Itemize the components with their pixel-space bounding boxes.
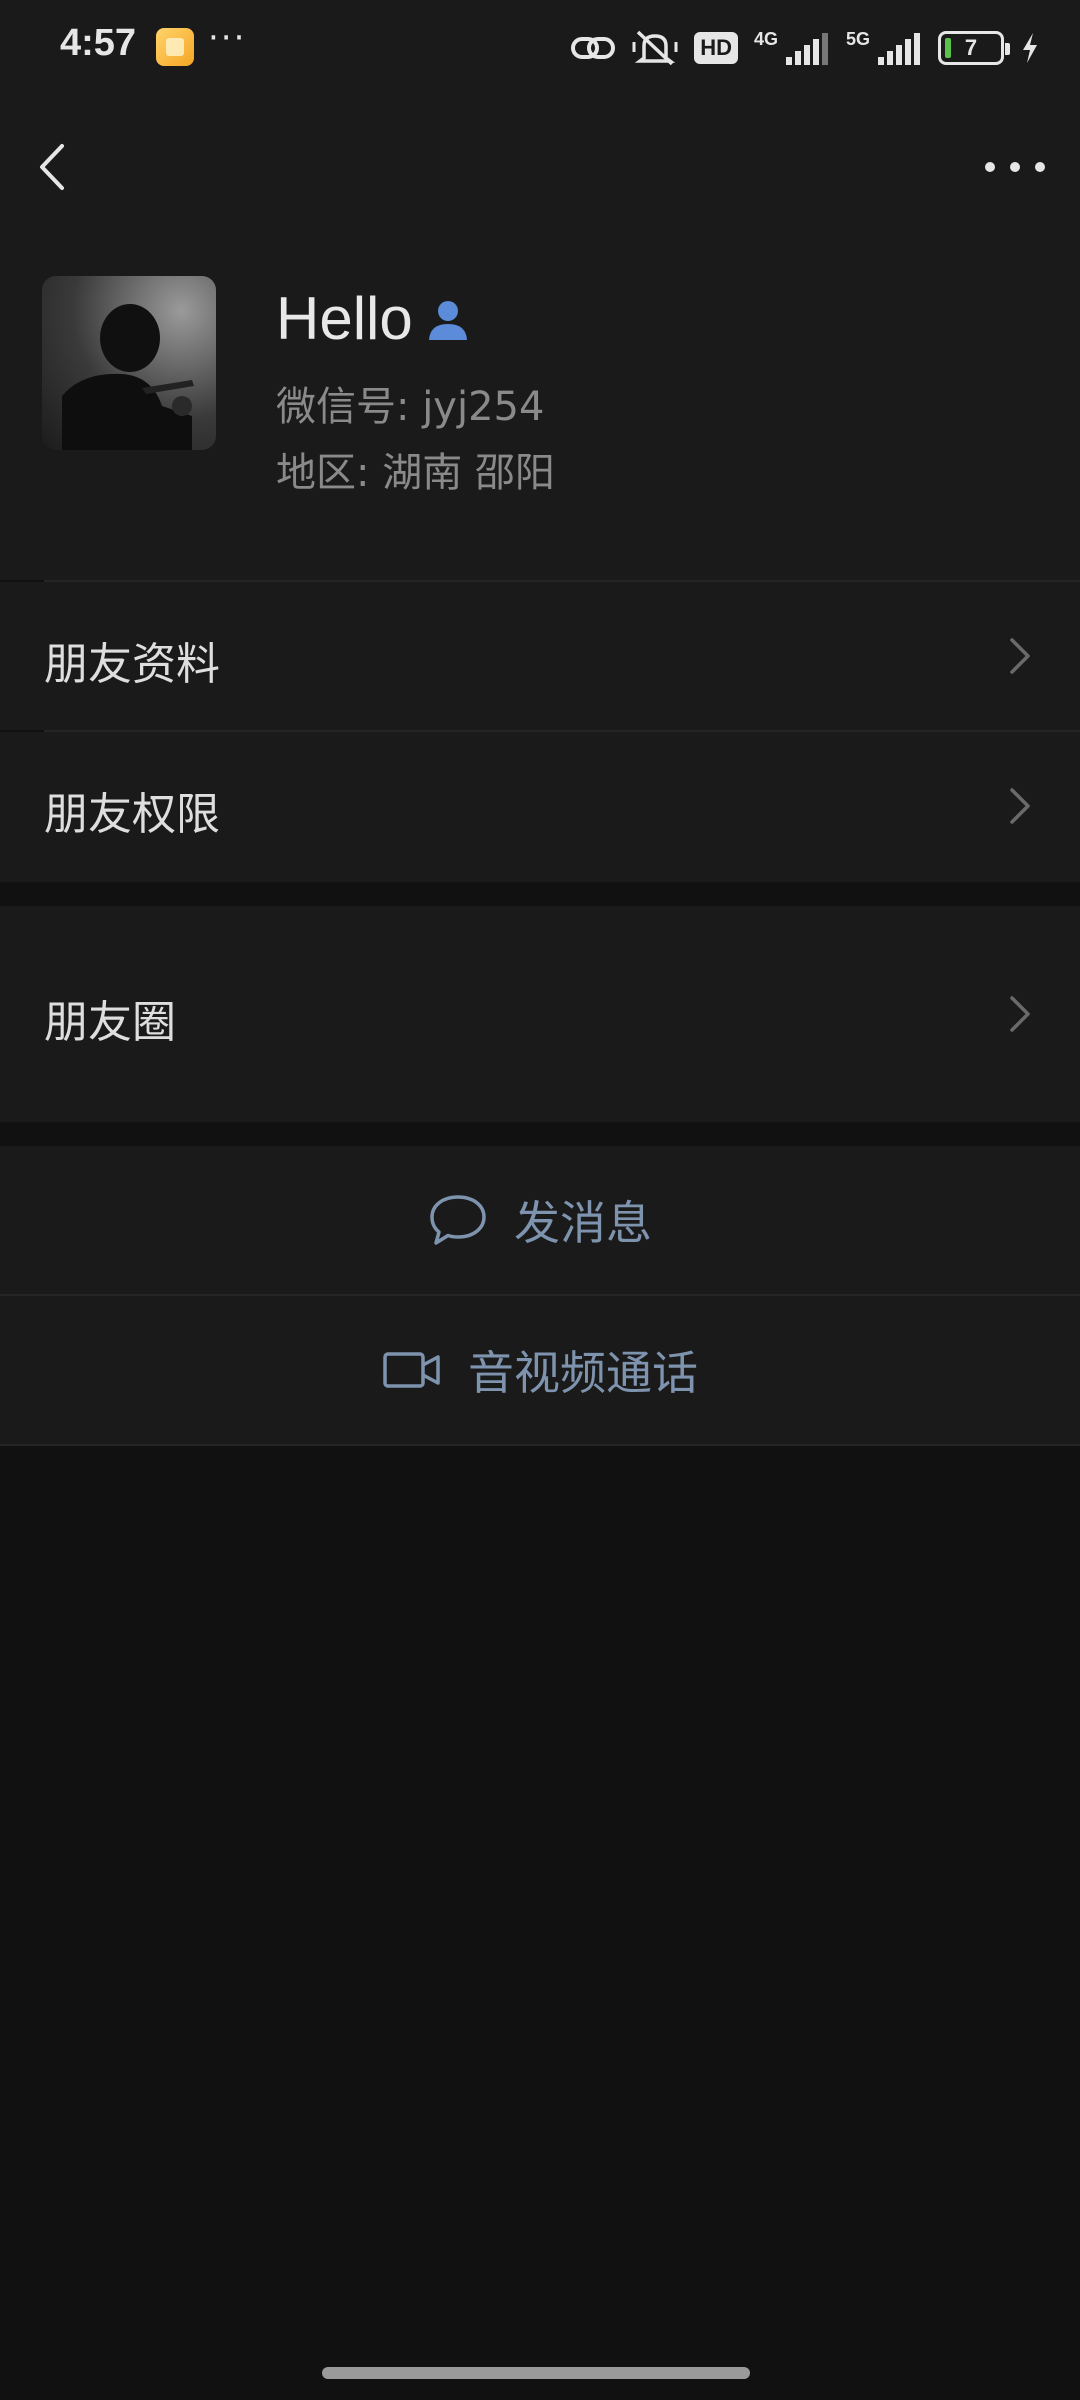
network-4g-label: 4G — [753, 28, 778, 49]
send-message-label: 发消息 — [514, 1196, 652, 1250]
hd-badge: HD — [694, 32, 738, 64]
status-bar: 4:57 ··· HD 4G 5G 7 — [0, 0, 1080, 96]
moments-row[interactable]: 朋友圈 — [0, 906, 1080, 1122]
status-icons: HD 4G 5G 7 — [570, 22, 1040, 74]
friend-info-row[interactable]: 朋友资料 — [0, 582, 1080, 730]
chevron-right-icon — [1010, 788, 1030, 824]
avatar-photo — [62, 304, 194, 450]
send-message-button[interactable]: 发消息 — [0, 1146, 1080, 1294]
chevron-right-icon — [1010, 638, 1030, 674]
friend-permissions-label: 朋友权限 — [44, 789, 220, 840]
contact-person-icon — [426, 298, 470, 342]
av-call-label: 音视频通话 — [468, 1346, 698, 1400]
profile-header: Hello 微信号: jyj254 地区: 湖南 邵阳 — [0, 240, 1080, 580]
video-camera-icon — [383, 1352, 440, 1388]
profile-name: Hello — [276, 285, 413, 352]
status-time: 4:57 — [60, 22, 137, 64]
battery-level: 7 — [964, 35, 978, 60]
back-button[interactable] — [30, 132, 100, 202]
app-notification-icon — [156, 28, 194, 66]
home-indicator[interactable] — [322, 2367, 750, 2379]
signal-icon — [876, 31, 922, 65]
nav-bar — [0, 96, 1080, 240]
av-call-button[interactable]: 音视频通话 — [0, 1296, 1080, 1444]
more-dots-icon — [985, 162, 1045, 172]
chat-bubble-icon — [430, 1195, 486, 1245]
more-options-button[interactable] — [980, 132, 1050, 202]
region: 地区: 湖南 邵阳 — [276, 450, 555, 496]
charging-icon — [1020, 31, 1040, 65]
mute-icon — [632, 28, 678, 68]
friend-info-label: 朋友资料 — [44, 639, 220, 690]
moments-label: 朋友圈 — [44, 997, 176, 1048]
divider — [0, 1444, 1080, 1446]
friend-permissions-row[interactable]: 朋友权限 — [0, 732, 1080, 882]
more-dots-icon: ··· — [208, 18, 247, 58]
wechat-id: 微信号: jyj254 — [276, 384, 545, 430]
battery-icon: 7 — [938, 31, 1010, 65]
network-5g-label: 5G — [845, 28, 870, 49]
back-arrow-icon — [40, 144, 64, 190]
link-icon — [570, 31, 616, 65]
signal-icon — [784, 31, 830, 65]
chevron-right-icon — [1010, 996, 1030, 1032]
avatar[interactable] — [42, 276, 216, 450]
